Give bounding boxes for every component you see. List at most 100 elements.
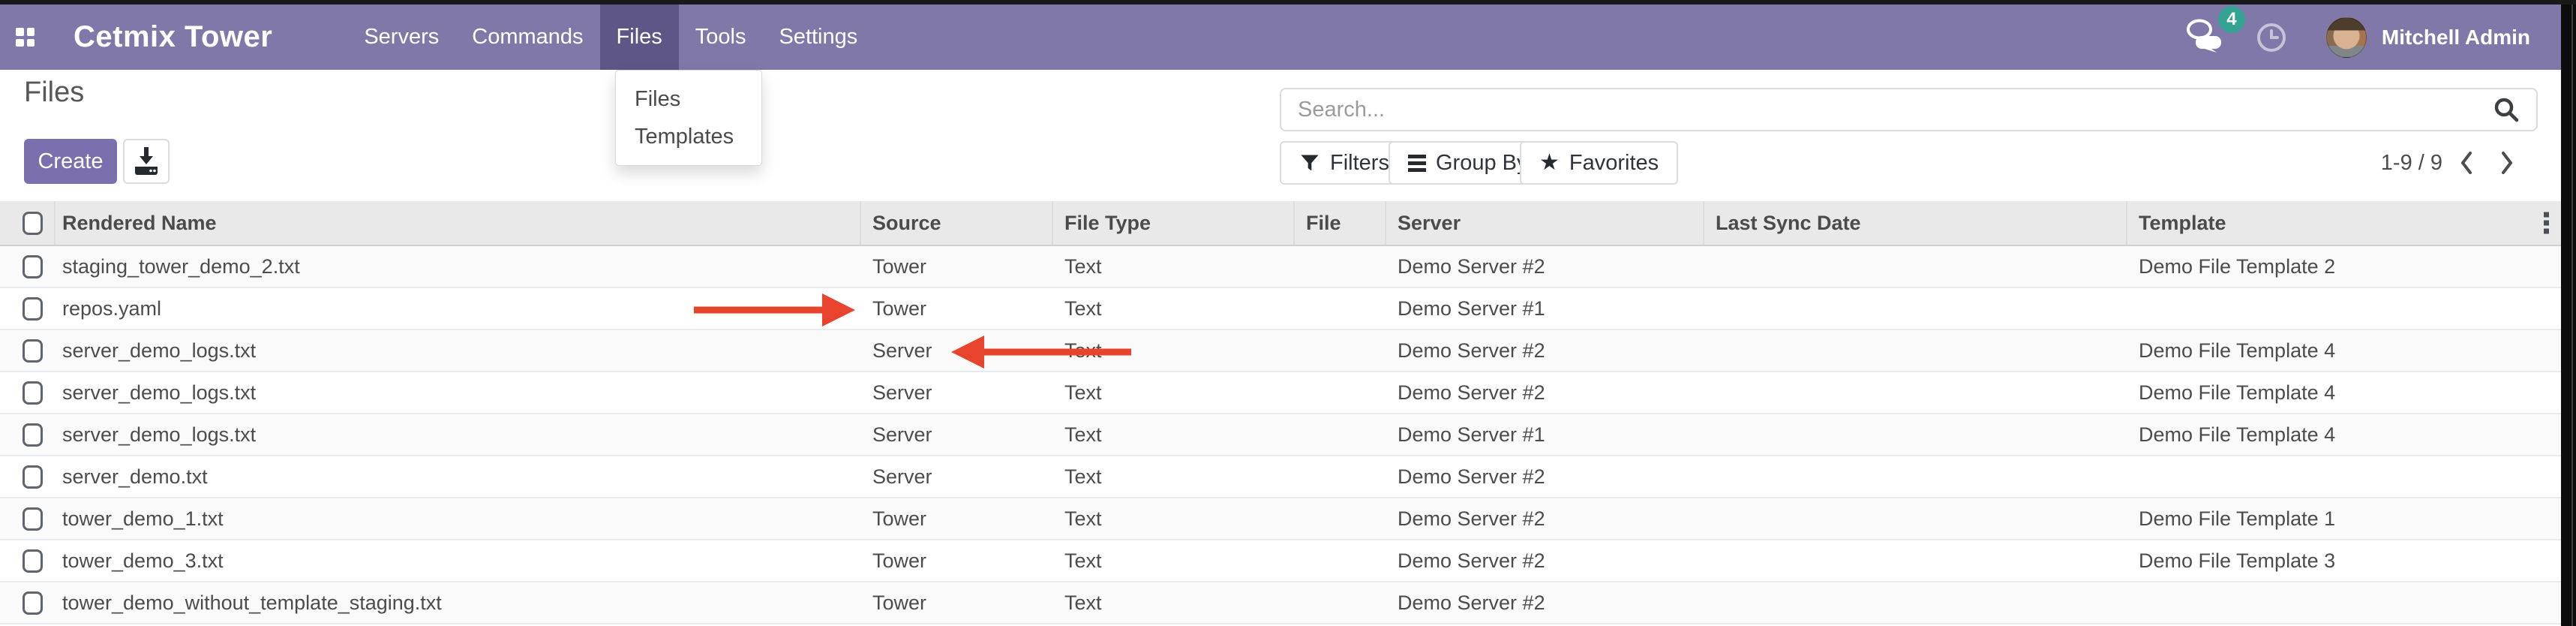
column-header-source[interactable]: Source [861, 201, 1053, 245]
row-checkbox[interactable] [23, 465, 43, 489]
table-row[interactable]: server_demo_logs.txt Server Text Demo Se… [0, 414, 2561, 456]
cell-last-sync-date[interactable] [1704, 498, 2127, 539]
cell-source[interactable]: Tower [861, 540, 1053, 581]
cell-file-type[interactable]: Text [1053, 540, 1295, 581]
table-row[interactable]: tower_demo_1.txt Tower Text Demo Server … [0, 498, 2561, 540]
cell-template[interactable]: Demo File Template 4 [2127, 372, 2561, 413]
cell-file[interactable] [1295, 330, 1386, 371]
pager-previous-button[interactable] [2450, 144, 2483, 182]
cell-last-sync-date[interactable] [1704, 246, 2127, 287]
cell-rendered-name[interactable]: tower_demo_1.txt [56, 498, 861, 539]
row-checkbox[interactable] [23, 297, 43, 321]
cell-last-sync-date[interactable] [1704, 330, 2127, 371]
create-button[interactable]: Create [24, 139, 117, 184]
cell-file-type[interactable]: Text [1053, 330, 1295, 371]
column-header-last-sync-date[interactable]: Last Sync Date [1704, 201, 2127, 245]
favorites-button[interactable]: ★ Favorites [1520, 141, 1678, 185]
cell-last-sync-date[interactable] [1704, 582, 2127, 623]
column-header-rendered-name[interactable]: Rendered Name [56, 201, 861, 245]
cell-template[interactable] [2127, 582, 2561, 623]
cell-last-sync-date[interactable] [1704, 540, 2127, 581]
cell-file-type[interactable]: Text [1053, 456, 1295, 497]
cell-server[interactable]: Demo Server #2 [1386, 540, 1704, 581]
optional-columns-icon[interactable] [2544, 212, 2549, 234]
row-checkbox[interactable] [23, 339, 43, 363]
row-checkbox[interactable] [23, 507, 43, 531]
table-row[interactable]: tower_demo_3.txt Tower Text Demo Server … [0, 540, 2561, 582]
cell-file-type[interactable]: Text [1053, 246, 1295, 287]
cell-file[interactable] [1295, 582, 1386, 623]
cell-template[interactable]: Demo File Template 3 [2127, 540, 2561, 581]
apps-grid-icon[interactable] [16, 28, 35, 47]
cell-rendered-name[interactable]: server_demo_logs.txt [56, 330, 861, 371]
cell-template[interactable]: Demo File Template 2 [2127, 246, 2561, 287]
column-header-file[interactable]: File [1295, 201, 1386, 245]
cell-last-sync-date[interactable] [1704, 372, 2127, 413]
cell-last-sync-date[interactable] [1704, 288, 2127, 329]
user-name[interactable]: Mitchell Admin [2382, 26, 2530, 50]
dropdown-item-files[interactable]: Files [616, 80, 761, 118]
cell-file[interactable] [1295, 456, 1386, 497]
column-header-template[interactable]: Template [2127, 201, 2561, 245]
cell-template[interactable]: Demo File Template 4 [2127, 330, 2561, 371]
menu-commands[interactable]: Commands [455, 5, 599, 70]
cell-server[interactable]: Demo Server #2 [1386, 246, 1704, 287]
cell-last-sync-date[interactable] [1704, 456, 2127, 497]
menu-files[interactable]: Files [600, 5, 679, 70]
table-row[interactable]: server_demo_logs.txt Server Text Demo Se… [0, 330, 2561, 372]
row-checkbox[interactable] [23, 423, 43, 447]
row-checkbox[interactable] [23, 381, 43, 405]
cell-rendered-name[interactable]: server_demo_logs.txt [56, 372, 861, 413]
dropdown-item-templates[interactable]: Templates [616, 118, 761, 155]
cell-template[interactable]: Demo File Template 1 [2127, 498, 2561, 539]
cell-rendered-name[interactable]: repos.yaml [56, 288, 861, 329]
cell-source[interactable]: Tower [861, 582, 1053, 623]
table-row[interactable]: server_demo_logs.txt Server Text Demo Se… [0, 372, 2561, 414]
cell-file-type[interactable]: Text [1053, 372, 1295, 413]
cell-server[interactable]: Demo Server #2 [1386, 498, 1704, 539]
cell-server[interactable]: Demo Server #2 [1386, 330, 1704, 371]
table-row[interactable]: server_demo.txt Server Text Demo Server … [0, 456, 2561, 498]
cell-server[interactable]: Demo Server #1 [1386, 414, 1704, 455]
table-row[interactable]: staging_tower_demo_2.txt Tower Text Demo… [0, 246, 2561, 288]
cell-file-type[interactable]: Text [1053, 288, 1295, 329]
cell-file-type[interactable]: Text [1053, 498, 1295, 539]
cell-template[interactable]: Demo File Template 4 [2127, 414, 2561, 455]
select-all-checkbox[interactable] [23, 212, 43, 235]
activity-clock-icon[interactable] [2256, 22, 2287, 53]
cell-server[interactable]: Demo Server #2 [1386, 582, 1704, 623]
menu-settings[interactable]: Settings [762, 5, 874, 70]
cell-source[interactable]: Tower [861, 246, 1053, 287]
pager-next-button[interactable] [2490, 144, 2523, 182]
cell-source[interactable]: Server [861, 372, 1053, 413]
cell-template[interactable] [2127, 456, 2561, 497]
cell-last-sync-date[interactable] [1704, 414, 2127, 455]
import-button[interactable] [123, 139, 170, 184]
cell-server[interactable]: Demo Server #2 [1386, 372, 1704, 413]
cell-server[interactable]: Demo Server #2 [1386, 456, 1704, 497]
cell-source[interactable]: Tower [861, 498, 1053, 539]
table-row[interactable]: repos.yaml Tower Text Demo Server #1 [0, 288, 2561, 330]
cell-source[interactable]: Server [861, 456, 1053, 497]
row-checkbox[interactable] [23, 549, 43, 573]
cell-source[interactable]: Tower [861, 288, 1053, 329]
cell-source[interactable]: Server [861, 330, 1053, 371]
cell-rendered-name[interactable]: tower_demo_without_template_staging.txt [56, 582, 861, 623]
column-header-file-type[interactable]: File Type [1053, 201, 1295, 245]
row-checkbox[interactable] [23, 255, 43, 278]
cell-server[interactable]: Demo Server #1 [1386, 288, 1704, 329]
cell-rendered-name[interactable]: server_demo.txt [56, 456, 861, 497]
user-avatar[interactable] [2326, 17, 2367, 58]
cell-rendered-name[interactable]: server_demo_logs.txt [56, 414, 861, 455]
cell-source[interactable]: Server [861, 414, 1053, 455]
messages-icon[interactable]: 4 [2185, 18, 2223, 56]
search-input[interactable] [1281, 97, 2493, 123]
menu-servers[interactable]: Servers [347, 5, 455, 70]
cell-file-type[interactable]: Text [1053, 414, 1295, 455]
cell-file[interactable] [1295, 414, 1386, 455]
cell-file[interactable] [1295, 288, 1386, 329]
column-header-server[interactable]: Server [1386, 201, 1704, 245]
cell-file[interactable] [1295, 246, 1386, 287]
row-checkbox[interactable] [23, 591, 43, 615]
cell-file[interactable] [1295, 498, 1386, 539]
